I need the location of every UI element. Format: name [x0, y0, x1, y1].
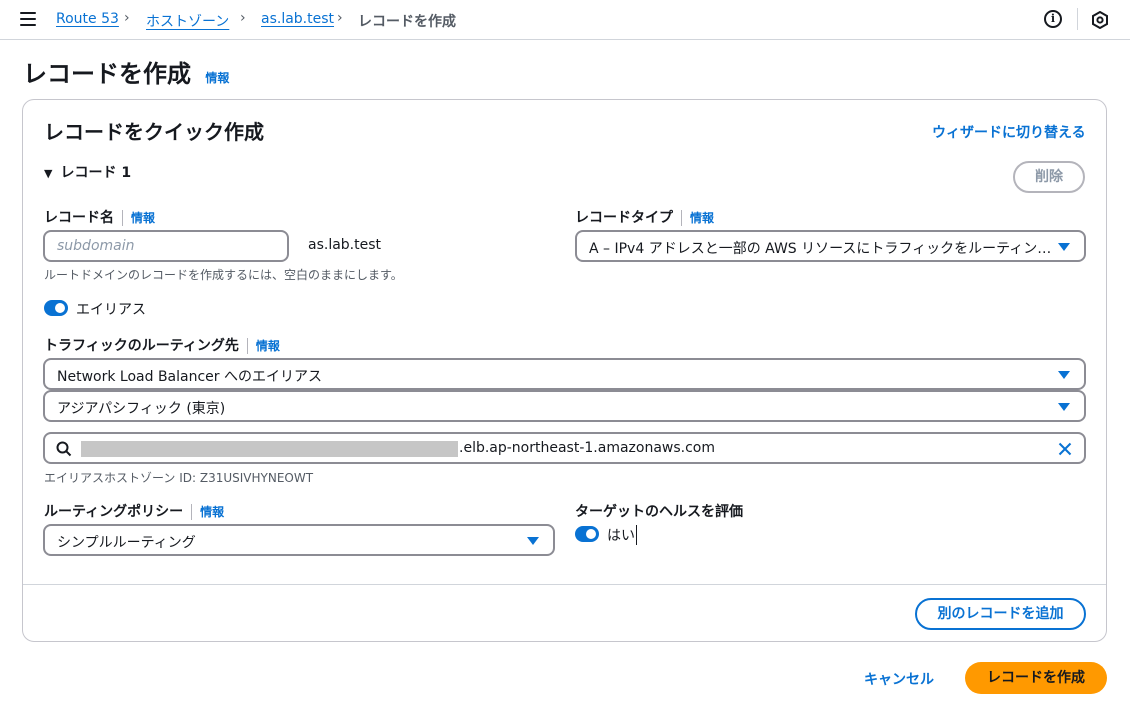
- endpoint-suffix: .elb.ap-northeast-1.amazonaws.com: [459, 440, 716, 456]
- record-name-label: レコード名 情報: [44, 207, 155, 227]
- page-title: レコードを作成 情報: [23, 54, 229, 89]
- info-link[interactable]: 情報: [200, 505, 224, 519]
- traffic-target-label: トラフィックのルーティング先 情報: [44, 335, 280, 355]
- info-link[interactable]: 情報: [690, 211, 714, 225]
- traffic-target-label-text: トラフィックのルーティング先: [44, 338, 239, 354]
- divider: [1077, 8, 1078, 30]
- breadcrumb-route53[interactable]: Route 53: [56, 11, 119, 27]
- record-type-value: A – IPv4 アドレスと一部の AWS リソースにトラフィックをルーティン…: [589, 241, 1052, 257]
- domain-suffix: as.lab.test: [308, 237, 382, 253]
- switch-to-wizard-link[interactable]: ウィザードに切り替える: [932, 122, 1086, 142]
- region-select[interactable]: アジアパシフィック (東京): [43, 390, 1086, 422]
- record-type-label-text: レコードタイプ: [575, 210, 673, 226]
- health-label: ターゲットのヘルスを評価: [575, 504, 743, 520]
- dropdown-caret-icon: [527, 537, 539, 545]
- clear-icon[interactable]: [1058, 442, 1072, 456]
- cancel-button[interactable]: キャンセル: [864, 669, 934, 689]
- hosted-zone-hint: エイリアスホストゾーン ID: Z31USIVHYNEOWT: [44, 471, 314, 485]
- chevron-right-icon: ›: [124, 10, 130, 26]
- card-title: レコードをクイック作成: [44, 120, 264, 144]
- breadcrumb-zone[interactable]: as.lab.test: [261, 11, 334, 27]
- routing-policy-value: シンプルルーティング: [57, 535, 196, 551]
- breadcrumb-hosted-zones[interactable]: ホストゾーン: [146, 11, 229, 31]
- alias-label: エイリアス: [76, 302, 146, 318]
- page-title-text: レコードを作成: [23, 60, 191, 88]
- health-toggle[interactable]: [575, 526, 599, 542]
- dropdown-caret-icon: [1058, 371, 1070, 379]
- menu-icon[interactable]: [20, 12, 36, 26]
- top-navigation-bar: Route 53 › ホストゾーン › as.lab.test › レコードを作…: [0, 0, 1130, 40]
- record-heading: レコード 1: [60, 165, 132, 181]
- chevron-right-icon: ›: [337, 10, 343, 26]
- info-link[interactable]: 情報: [131, 211, 155, 225]
- search-icon: [56, 441, 72, 457]
- health-value: はい: [607, 525, 637, 545]
- load-balancer-search-input[interactable]: .elb.ap-northeast-1.amazonaws.com: [43, 432, 1086, 464]
- caret-down-icon: ▼: [44, 167, 53, 180]
- record-name-input[interactable]: subdomain: [43, 230, 289, 262]
- dropdown-caret-icon: [1058, 403, 1070, 411]
- record-type-select[interactable]: A – IPv4 アドレスと一部の AWS リソースにトラフィックをルーティン…: [575, 230, 1086, 262]
- add-another-record-button[interactable]: 別のレコードを追加: [915, 598, 1086, 630]
- alias-toggle[interactable]: [44, 300, 68, 316]
- record-name-placeholder: subdomain: [57, 238, 135, 254]
- region-value: アジアパシフィック (東京): [57, 401, 226, 417]
- record-section-toggle[interactable]: ▼ レコード 1: [44, 162, 131, 182]
- breadcrumb-current: レコードを作成: [358, 14, 456, 30]
- info-link[interactable]: 情報: [256, 339, 280, 353]
- record-name-hint: ルートドメインのレコードを作成するには、空白のままにします。: [44, 268, 403, 282]
- redacted-value: [81, 441, 458, 457]
- routing-policy-label: ルーティングポリシー 情報: [44, 501, 224, 521]
- dropdown-caret-icon: [1058, 243, 1070, 251]
- info-icon[interactable]: i: [1044, 10, 1062, 28]
- endpoint-type-value: Network Load Balancer へのエイリアス: [57, 369, 322, 385]
- divider: [23, 584, 1106, 585]
- routing-policy-select[interactable]: シンプルルーティング: [43, 524, 555, 556]
- record-name-label-text: レコード名: [44, 210, 114, 226]
- create-records-button[interactable]: レコードを作成: [965, 662, 1107, 694]
- record-type-label: レコードタイプ 情報: [575, 207, 714, 227]
- settings-hex-icon[interactable]: [1092, 11, 1108, 29]
- info-link[interactable]: 情報: [205, 71, 229, 85]
- chevron-right-icon: ›: [240, 10, 246, 26]
- routing-policy-label-text: ルーティングポリシー: [44, 504, 184, 520]
- endpoint-type-select[interactable]: Network Load Balancer へのエイリアス: [43, 358, 1086, 390]
- delete-button[interactable]: 削除: [1013, 161, 1085, 193]
